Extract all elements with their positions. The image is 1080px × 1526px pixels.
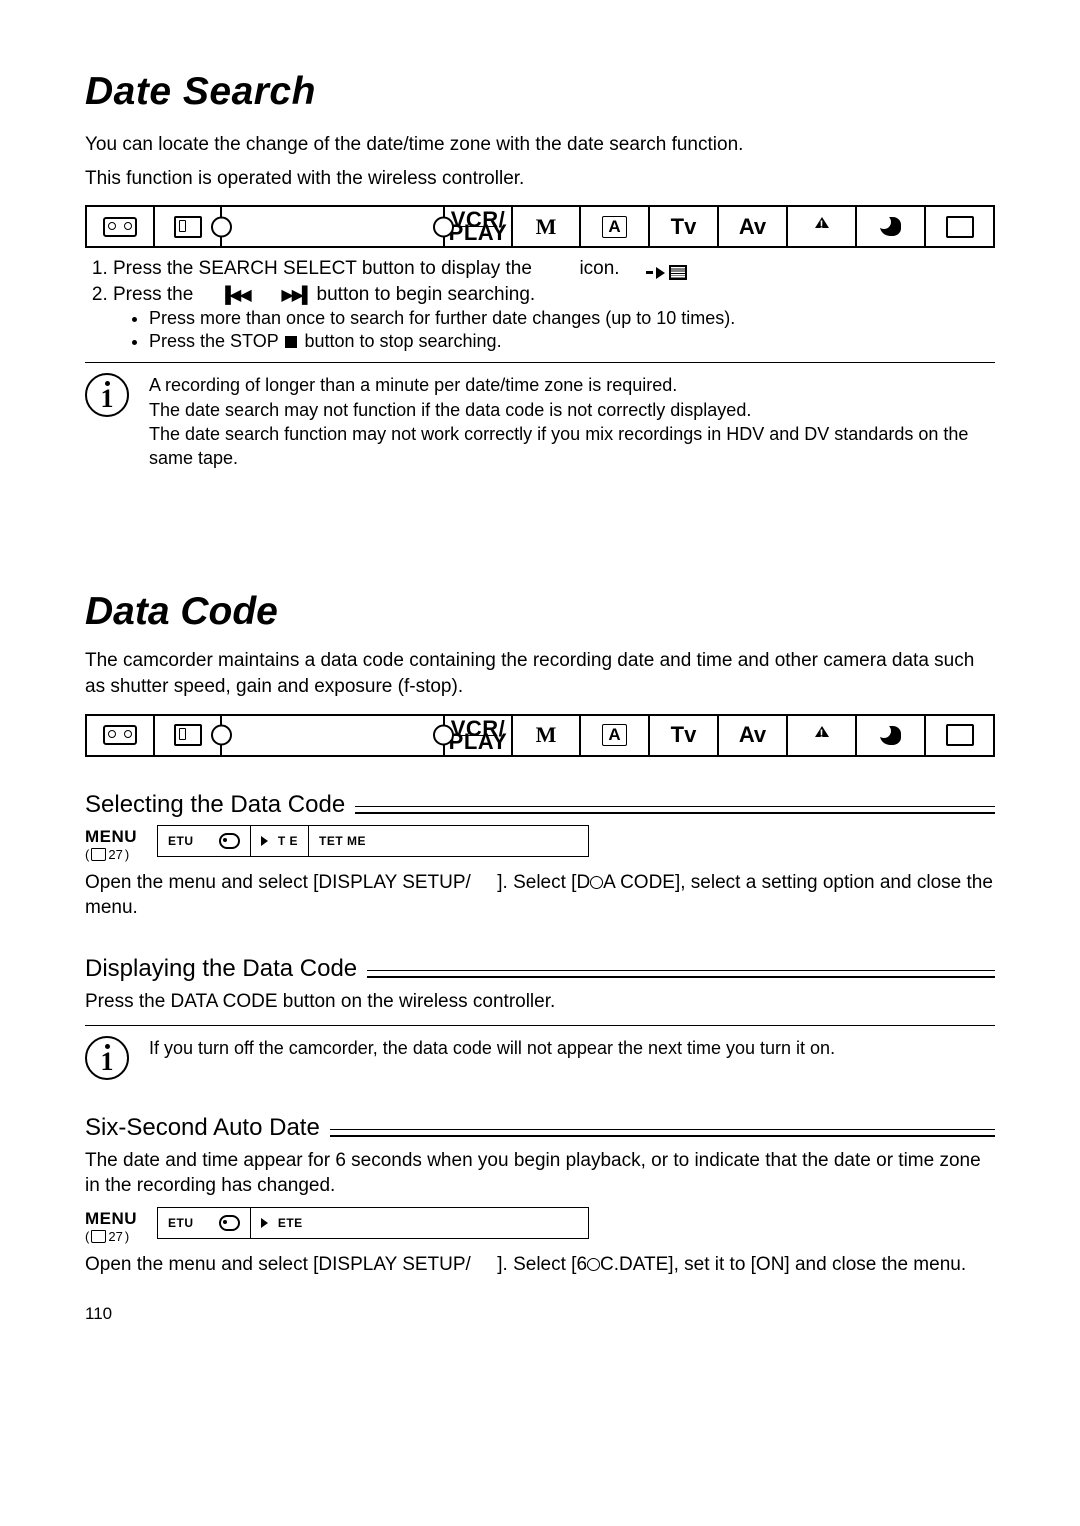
menu-label: MENU ( 27) [85,825,157,862]
page-number: 110 [85,1304,995,1324]
divider [85,1025,995,1026]
display-setup-icon [219,833,240,849]
submenu-arrow-icon [261,836,268,846]
mode-m: M [513,716,581,755]
mode-strip: VCR/ PLAY M A Tv Av [85,205,995,248]
mode-slider-gap [222,207,445,246]
mode-a: A [581,716,650,755]
book-icon [91,1230,106,1243]
ds-step-2: Press the ▐◀◀ ▶▶▌ button to begin search… [113,284,995,352]
mode-tape-icon [87,716,155,755]
heading-date-search: Date Search [85,70,995,114]
dc-info-block: 1 If you turn off the camcorder, the dat… [85,1036,995,1080]
ds-sub-bullets: Press more than once to search for furth… [127,308,995,352]
divider [85,362,995,363]
settings-icon [587,1258,600,1271]
mode-m: M [513,207,581,246]
mode-rec-icon [926,207,993,246]
displaying-text: Press the DATA CODE button on the wirele… [85,989,995,1015]
ds-info-2: The date search may not function if the … [149,398,995,422]
settings-icon [590,876,603,889]
menu-path-box: ETU T E TET ME [157,825,589,857]
mode-slider-gap [222,716,445,755]
mode-night-icon [857,716,926,755]
info-icon: 1 [85,1036,129,1080]
mode-a: A [581,207,650,246]
menu-path-box: ETU ETE [157,1207,589,1239]
mode-night-icon [857,207,926,246]
subhead-selecting: Selecting the Data Code [85,791,995,819]
selecting-menu-text: Open the menu and select [DISPLAY SETUP/… [85,870,995,921]
ffwd-icon: ▶▶▌ [281,285,311,305]
ds-info-block: 1 A recording of longer than a minute pe… [85,373,995,470]
book-icon [91,848,106,861]
mode-rec-icon [926,716,993,755]
ds-bullet-1: Press more than once to search for furth… [149,308,995,329]
mode-spotlight-icon [788,716,857,755]
dc-info-text: If you turn off the camcorder, the data … [149,1036,835,1060]
ds-intro1: You can locate the change of the date/ti… [85,132,995,158]
menu-path-row: MENU ( 27) ETU ETE [85,1207,995,1244]
menu-path-row: MENU ( 27) ETU T E TET ME [85,825,995,862]
ds-info-1: A recording of longer than a minute per … [149,373,995,397]
six-second-menu-text: Open the menu and select [DISPLAY SETUP/… [85,1252,995,1278]
ds-info-3: The date search function may not work co… [149,422,995,471]
mode-spotlight-icon [788,207,857,246]
subhead-displaying: Displaying the Data Code [85,955,995,983]
submenu-arrow-icon [261,1218,268,1228]
heading-data-code: Data Code [85,590,995,634]
ds-bullet-2: Press the STOP button to stop searching. [149,331,995,352]
mode-strip: VCR/ PLAY M A Tv Av [85,714,995,757]
ds-step-1: Press the SEARCH SELECT button to displa… [113,258,995,280]
rewind-icon: ▐◀◀ [220,285,250,305]
dc-intro: The camcorder maintains a data code cont… [85,648,995,699]
ds-steps: Press the SEARCH SELECT button to displa… [91,258,995,352]
ds-intro2: This function is operated with the wirel… [85,166,995,192]
mode-vcr-play: VCR/ PLAY [445,207,513,246]
subhead-six-second: Six-Second Auto Date [85,1114,995,1142]
mode-tv: Tv [650,207,719,246]
menu-label: MENU ( 27) [85,1207,157,1244]
mode-vcr-play: VCR/ PLAY [445,716,513,755]
stop-icon [285,336,297,348]
six-second-text: The date and time appear for 6 seconds w… [85,1148,995,1199]
display-setup-icon [219,1215,240,1231]
mode-tape-icon [87,207,155,246]
mode-tv: Tv [650,716,719,755]
mode-av: Av [719,716,788,755]
info-icon: 1 [85,373,129,417]
mode-av: Av [719,207,788,246]
calendar-result-icon [646,265,687,280]
